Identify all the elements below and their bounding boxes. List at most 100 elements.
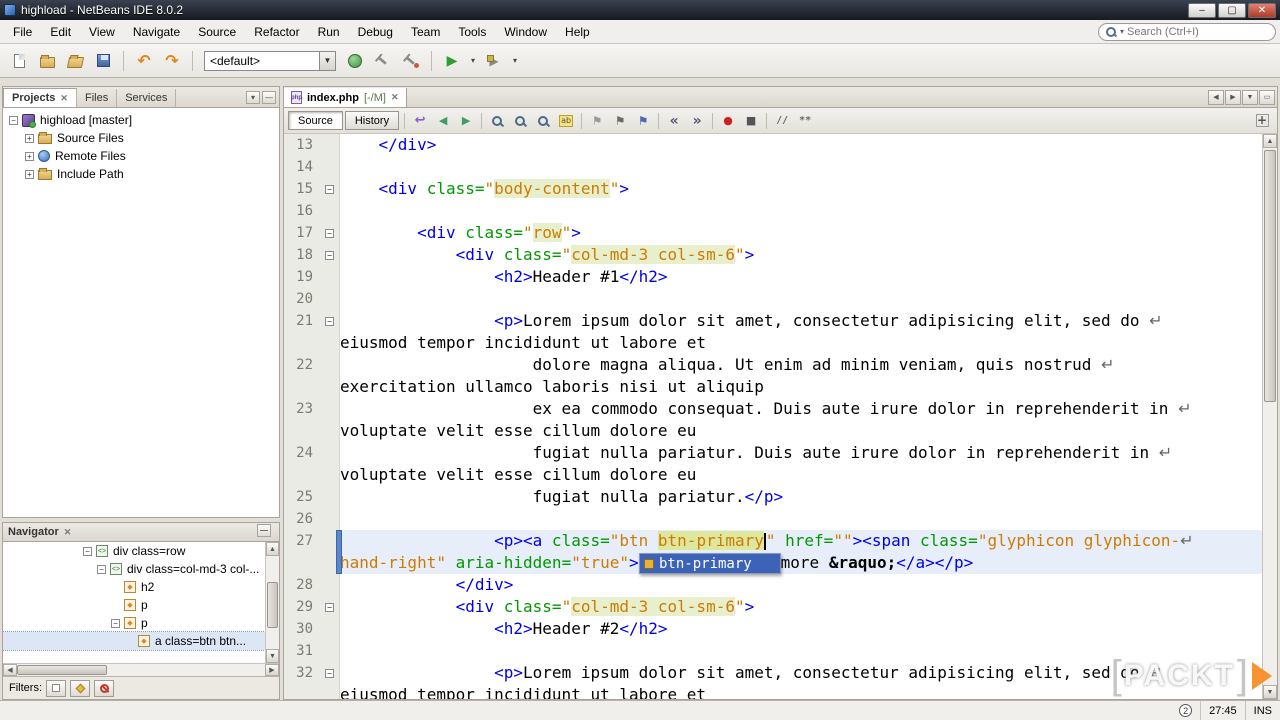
fold-toggle-icon[interactable]: − (325, 250, 334, 260)
tree-item-remote-files[interactable]: + Remote Files (3, 147, 279, 165)
navigator-minimize-icon[interactable]: — (257, 524, 271, 537)
code-text[interactable]: <p><a class="btn btn-primary " href=""><s… (340, 530, 1262, 552)
new-project-button[interactable] (34, 48, 60, 74)
code-text[interactable]: <h2>Header #1</h2> (340, 266, 1262, 288)
fold-toggle-icon[interactable]: − (325, 668, 334, 678)
code-text[interactable]: <div class="row"> (340, 222, 1262, 244)
back-button[interactable] (432, 110, 454, 132)
code-text[interactable]: </div> (340, 134, 1262, 156)
scroll-down-icon[interactable]: ▼ (266, 649, 279, 663)
editor-scroll-thumb[interactable] (1264, 150, 1276, 402)
debug-button[interactable] (481, 48, 507, 74)
tab-scroll-right-icon[interactable]: ▶ (1225, 90, 1241, 105)
code-text[interactable]: fugiat nulla pariatur.</p> (340, 486, 1262, 508)
expander-plus-icon[interactable]: + (25, 169, 34, 179)
code-text[interactable]: <p>Lorem ipsum dolor sit amet, consectet… (340, 662, 1262, 684)
code-text[interactable] (340, 288, 1262, 310)
menu-file[interactable]: File (4, 22, 41, 42)
previous-bookmark-button[interactable] (586, 110, 608, 132)
combo-arrow-icon[interactable]: ▼ (319, 51, 335, 70)
menu-edit[interactable]: Edit (41, 22, 80, 42)
tree-item-source-files[interactable]: + Source Files (3, 129, 279, 147)
undo-button[interactable] (131, 48, 157, 74)
run-menu-dropdown-icon[interactable]: ▾ (467, 48, 479, 74)
tree-item-h2[interactable]: ◆ h2 (3, 578, 279, 596)
editor-vertical-scrollbar[interactable]: ▲ ▼ (1262, 134, 1277, 699)
menu-refactor[interactable]: Refactor (245, 22, 308, 42)
code-text[interactable]: <div class="col-md-3 col-sm-6"> (340, 244, 1262, 266)
code-text[interactable]: fugiat nulla pariatur. Duis aute irure d… (340, 442, 1262, 464)
tab-list-icon[interactable]: ▼ (1242, 90, 1258, 105)
code-editor[interactable]: 13 </div> 14 15− <div class="body-content"… (283, 134, 1278, 700)
code-text[interactable]: <p>Lorem ipsum dolor sit amet, consectet… (340, 310, 1262, 332)
save-all-button[interactable] (90, 48, 116, 74)
tree-item-div-class-col-md-3-col[interactable]: − <> div class=col-md-3 col-... (3, 560, 279, 578)
panel-minimize-icon[interactable]: — (262, 91, 276, 104)
code-text[interactable]: eiusmod tempor incididunt ut labore et (340, 332, 1262, 354)
expander-minus-icon[interactable]: − (9, 115, 18, 125)
filter-show-attributes-button[interactable] (70, 679, 90, 697)
tree-item-include-path[interactable]: + Include Path (3, 165, 279, 183)
code-text[interactable]: <div class="body-content"> (340, 178, 1262, 200)
start-macro-button[interactable] (717, 110, 739, 132)
expander-plus-icon[interactable]: + (25, 151, 34, 161)
menu-help[interactable]: Help (556, 22, 599, 42)
code-text[interactable] (340, 508, 1262, 530)
last-edit-button[interactable] (409, 110, 431, 132)
panel-tab-projects[interactable]: Projects ✕ (3, 88, 77, 107)
shift-left-button[interactable] (663, 110, 685, 132)
code-text[interactable]: ex ea commodo consequat. Duis aute irure… (340, 398, 1262, 420)
code-text[interactable]: <h2>Header #2</h2> (340, 618, 1262, 640)
navigator-vertical-scrollbar[interactable]: ▲ ▼ (265, 542, 279, 663)
tree-item-p[interactable]: ◆ p (3, 596, 279, 614)
tab-close-icon[interactable]: ✕ (60, 93, 68, 104)
deploy-button[interactable] (342, 48, 368, 74)
fold-toggle-icon[interactable]: − (325, 602, 334, 612)
forward-button[interactable] (455, 110, 477, 132)
navigator-horizontal-scrollbar[interactable]: ◀ ▶ (3, 663, 279, 676)
notifications-cell[interactable]: 2 (1171, 701, 1200, 720)
panel-tab-files[interactable]: Files (77, 89, 118, 107)
expander-minus-icon[interactable]: − (83, 546, 92, 556)
menu-view[interactable]: View (80, 22, 124, 42)
editor-toolbar-overflow-button[interactable] (1251, 110, 1273, 132)
code-text[interactable] (340, 200, 1262, 222)
fold-toggle-icon[interactable]: − (325, 228, 334, 238)
menu-source[interactable]: Source (189, 22, 245, 42)
redo-button[interactable] (159, 48, 185, 74)
find-next-button[interactable] (509, 110, 531, 132)
expander-plus-icon[interactable]: + (25, 133, 34, 143)
code-text[interactable]: voluptate velit esse cillum dolore eu (340, 464, 1262, 486)
project-config-combo[interactable]: <default> ▼ (204, 50, 336, 71)
code-text[interactable]: exercitation ullamco laboris nisi ut ali… (340, 376, 1262, 398)
fold-toggle-icon[interactable]: − (325, 184, 334, 194)
search-input[interactable] (1127, 25, 1270, 38)
shift-right-button[interactable] (686, 110, 708, 132)
scroll-right-icon[interactable]: ▶ (265, 664, 279, 676)
minimize-button[interactable]: – (1188, 2, 1216, 18)
history-view-button[interactable]: History (344, 111, 400, 130)
menu-team[interactable]: Team (402, 22, 449, 42)
notifications-badge[interactable]: 2 (1179, 704, 1193, 717)
navigator-close-icon[interactable]: ✕ (64, 527, 72, 538)
panel-tab-services[interactable]: Services (117, 89, 177, 107)
navigator-hscroll-thumb[interactable] (17, 665, 107, 675)
code-text[interactable] (340, 640, 1262, 662)
find-selection-button[interactable] (486, 110, 508, 132)
next-bookmark-button[interactable] (609, 110, 631, 132)
completion-item[interactable]: btn-primary (640, 554, 780, 573)
open-project-button[interactable] (62, 48, 88, 74)
debug-menu-dropdown-icon[interactable]: ▾ (509, 48, 521, 74)
run-button[interactable] (439, 48, 465, 74)
expander-minus-icon[interactable]: − (111, 618, 120, 628)
search-dropdown-icon[interactable]: ▾ (1120, 27, 1124, 36)
highlight-search-button[interactable] (555, 110, 577, 132)
editor-scroll-up-icon[interactable]: ▲ (1263, 134, 1277, 148)
tree-item-highload-master[interactable]: − highload [master] (3, 111, 279, 129)
menu-run[interactable]: Run (309, 22, 349, 42)
navigator-scroll-thumb[interactable] (267, 582, 278, 628)
code-text[interactable]: eiusmod tempor incididunt ut labore et (340, 684, 1262, 699)
code-text[interactable] (340, 156, 1262, 178)
comment-button[interactable] (771, 110, 793, 132)
tab-scroll-left-icon[interactable]: ◀ (1208, 90, 1224, 105)
